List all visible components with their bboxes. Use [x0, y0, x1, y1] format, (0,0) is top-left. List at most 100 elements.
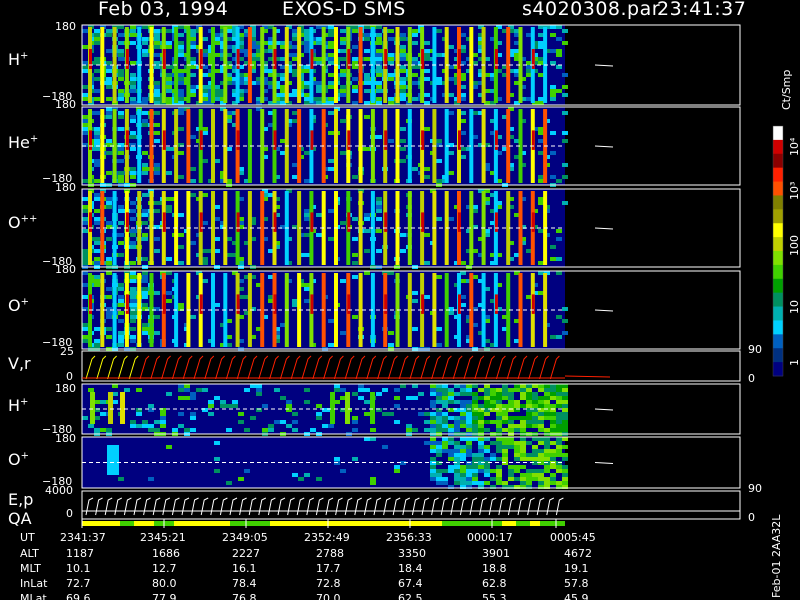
colorbar-segment: [773, 195, 783, 210]
heatmap-cell: [130, 33, 136, 37]
trace-tail: [594, 408, 614, 411]
heatmap-cell: [304, 41, 310, 45]
burst-stripe: [345, 392, 350, 424]
heatmap-cell: [352, 392, 358, 396]
heatmap-cell: [118, 127, 124, 131]
spin-stripe-peak: [199, 49, 203, 69]
heatmap-cell: [106, 29, 112, 33]
heatmap-cell: [442, 388, 448, 392]
heatmap-cell: [424, 93, 430, 97]
heatmap-cell: [478, 420, 484, 424]
heatmap-cell: [430, 441, 436, 445]
heatmap-cell: [316, 61, 322, 65]
velocity-sweep: [452, 355, 463, 380]
heatmap-cell: [94, 339, 100, 343]
heatmap-cell: [484, 481, 490, 485]
heatmap-cell: [370, 428, 376, 432]
spin-stripe-peak: [531, 294, 535, 314]
heatmap-cell: [394, 388, 400, 392]
heatmap-cell: [142, 295, 148, 299]
heatmap-cell: [178, 396, 184, 400]
heatmap-cell: [562, 93, 568, 97]
heatmap-cell: [268, 424, 274, 428]
heatmap-cell: [130, 319, 136, 323]
heatmap-cell: [490, 457, 496, 461]
heatmap-cell: [466, 445, 472, 449]
heatmap-cell: [130, 245, 136, 249]
heatmap-cell: [178, 53, 184, 57]
heatmap-cell: [166, 257, 172, 261]
heatmap-cell: [496, 465, 502, 469]
heatmap-cell: [304, 37, 310, 41]
energy-sweep: [258, 497, 267, 516]
heatmap-cell: [340, 73, 346, 77]
heatmap-cell: [556, 49, 562, 53]
heatmap-cell: [550, 392, 556, 396]
table-cell: 78.4: [232, 577, 257, 590]
heatmap-cell: [280, 420, 286, 424]
heatmap-cell: [538, 384, 544, 388]
heatmap-cell: [466, 477, 472, 481]
spin-stripe-peak: [199, 130, 203, 150]
heatmap-cell: [400, 249, 406, 253]
spin-stripe-peak: [347, 130, 351, 150]
heatmap-cell: [130, 295, 136, 299]
heatmap-cell: [508, 420, 514, 424]
heatmap-cell: [106, 171, 112, 175]
heatmap-cell: [244, 388, 250, 392]
heatmap-cell: [412, 291, 418, 295]
spin-stripe-peak: [458, 130, 461, 150]
heatmap-cell: [556, 428, 562, 432]
heatmap-cell: [460, 473, 466, 477]
heatmap-cell: [94, 193, 100, 197]
heatmap-cell: [412, 327, 418, 331]
colorbar-tick-1: 1: [788, 359, 800, 366]
heatmap-cell: [496, 420, 502, 424]
heatmap-cell: [304, 299, 310, 303]
heatmap-cell: [538, 400, 544, 404]
heatmap-cell: [154, 111, 160, 115]
spectrogram-plot: [81, 24, 784, 528]
heatmap-cell: [334, 457, 340, 461]
heatmap-cell: [430, 469, 436, 473]
heatmap-cell: [106, 197, 112, 201]
heatmap-cell: [118, 175, 124, 179]
spin-stripe-peak: [162, 212, 166, 232]
heatmap-cell: [424, 295, 430, 299]
heatmap-cell: [466, 481, 472, 485]
heatmap-cell: [166, 171, 172, 175]
heatmap-cell: [466, 400, 472, 404]
heatmap-cell: [544, 469, 550, 473]
heatmap-cell: [130, 339, 136, 343]
trace-tail: [594, 309, 614, 312]
colorbar-tick-1e3: 10³: [788, 181, 800, 200]
heatmap-cell: [454, 441, 460, 445]
heatmap-cell: [142, 163, 148, 167]
heatmap-cell: [430, 424, 436, 428]
trace-tail: [594, 145, 614, 148]
energy-sweep: [373, 497, 382, 516]
heatmap-cell: [472, 437, 478, 441]
heatmap-cell: [178, 33, 184, 37]
heatmap-cell: [496, 388, 502, 392]
heatmap-cell: [544, 388, 550, 392]
heatmap-cell: [364, 147, 370, 151]
heatmap-cell: [430, 449, 436, 453]
heatmap-cell: [376, 37, 382, 41]
heatmap-cell: [430, 473, 436, 477]
heatmap-cell: [556, 229, 562, 233]
heatmap-cell: [178, 412, 184, 416]
heatmap-cell: [82, 61, 88, 65]
heatmap-cell: [82, 249, 88, 253]
heatmap-cell: [478, 469, 484, 473]
heatmap-cell: [490, 396, 496, 400]
heatmap-cell: [130, 299, 136, 303]
spin-stripe-peak: [125, 212, 129, 232]
spin-stripe-peak: [421, 212, 425, 232]
heatmap-cell: [484, 449, 490, 453]
energy-sweep: [200, 497, 209, 516]
heatmap-cell: [358, 396, 364, 400]
heatmap-cell: [352, 420, 358, 424]
heatmap-cell: [154, 37, 160, 41]
energy-sweep: [498, 497, 507, 516]
